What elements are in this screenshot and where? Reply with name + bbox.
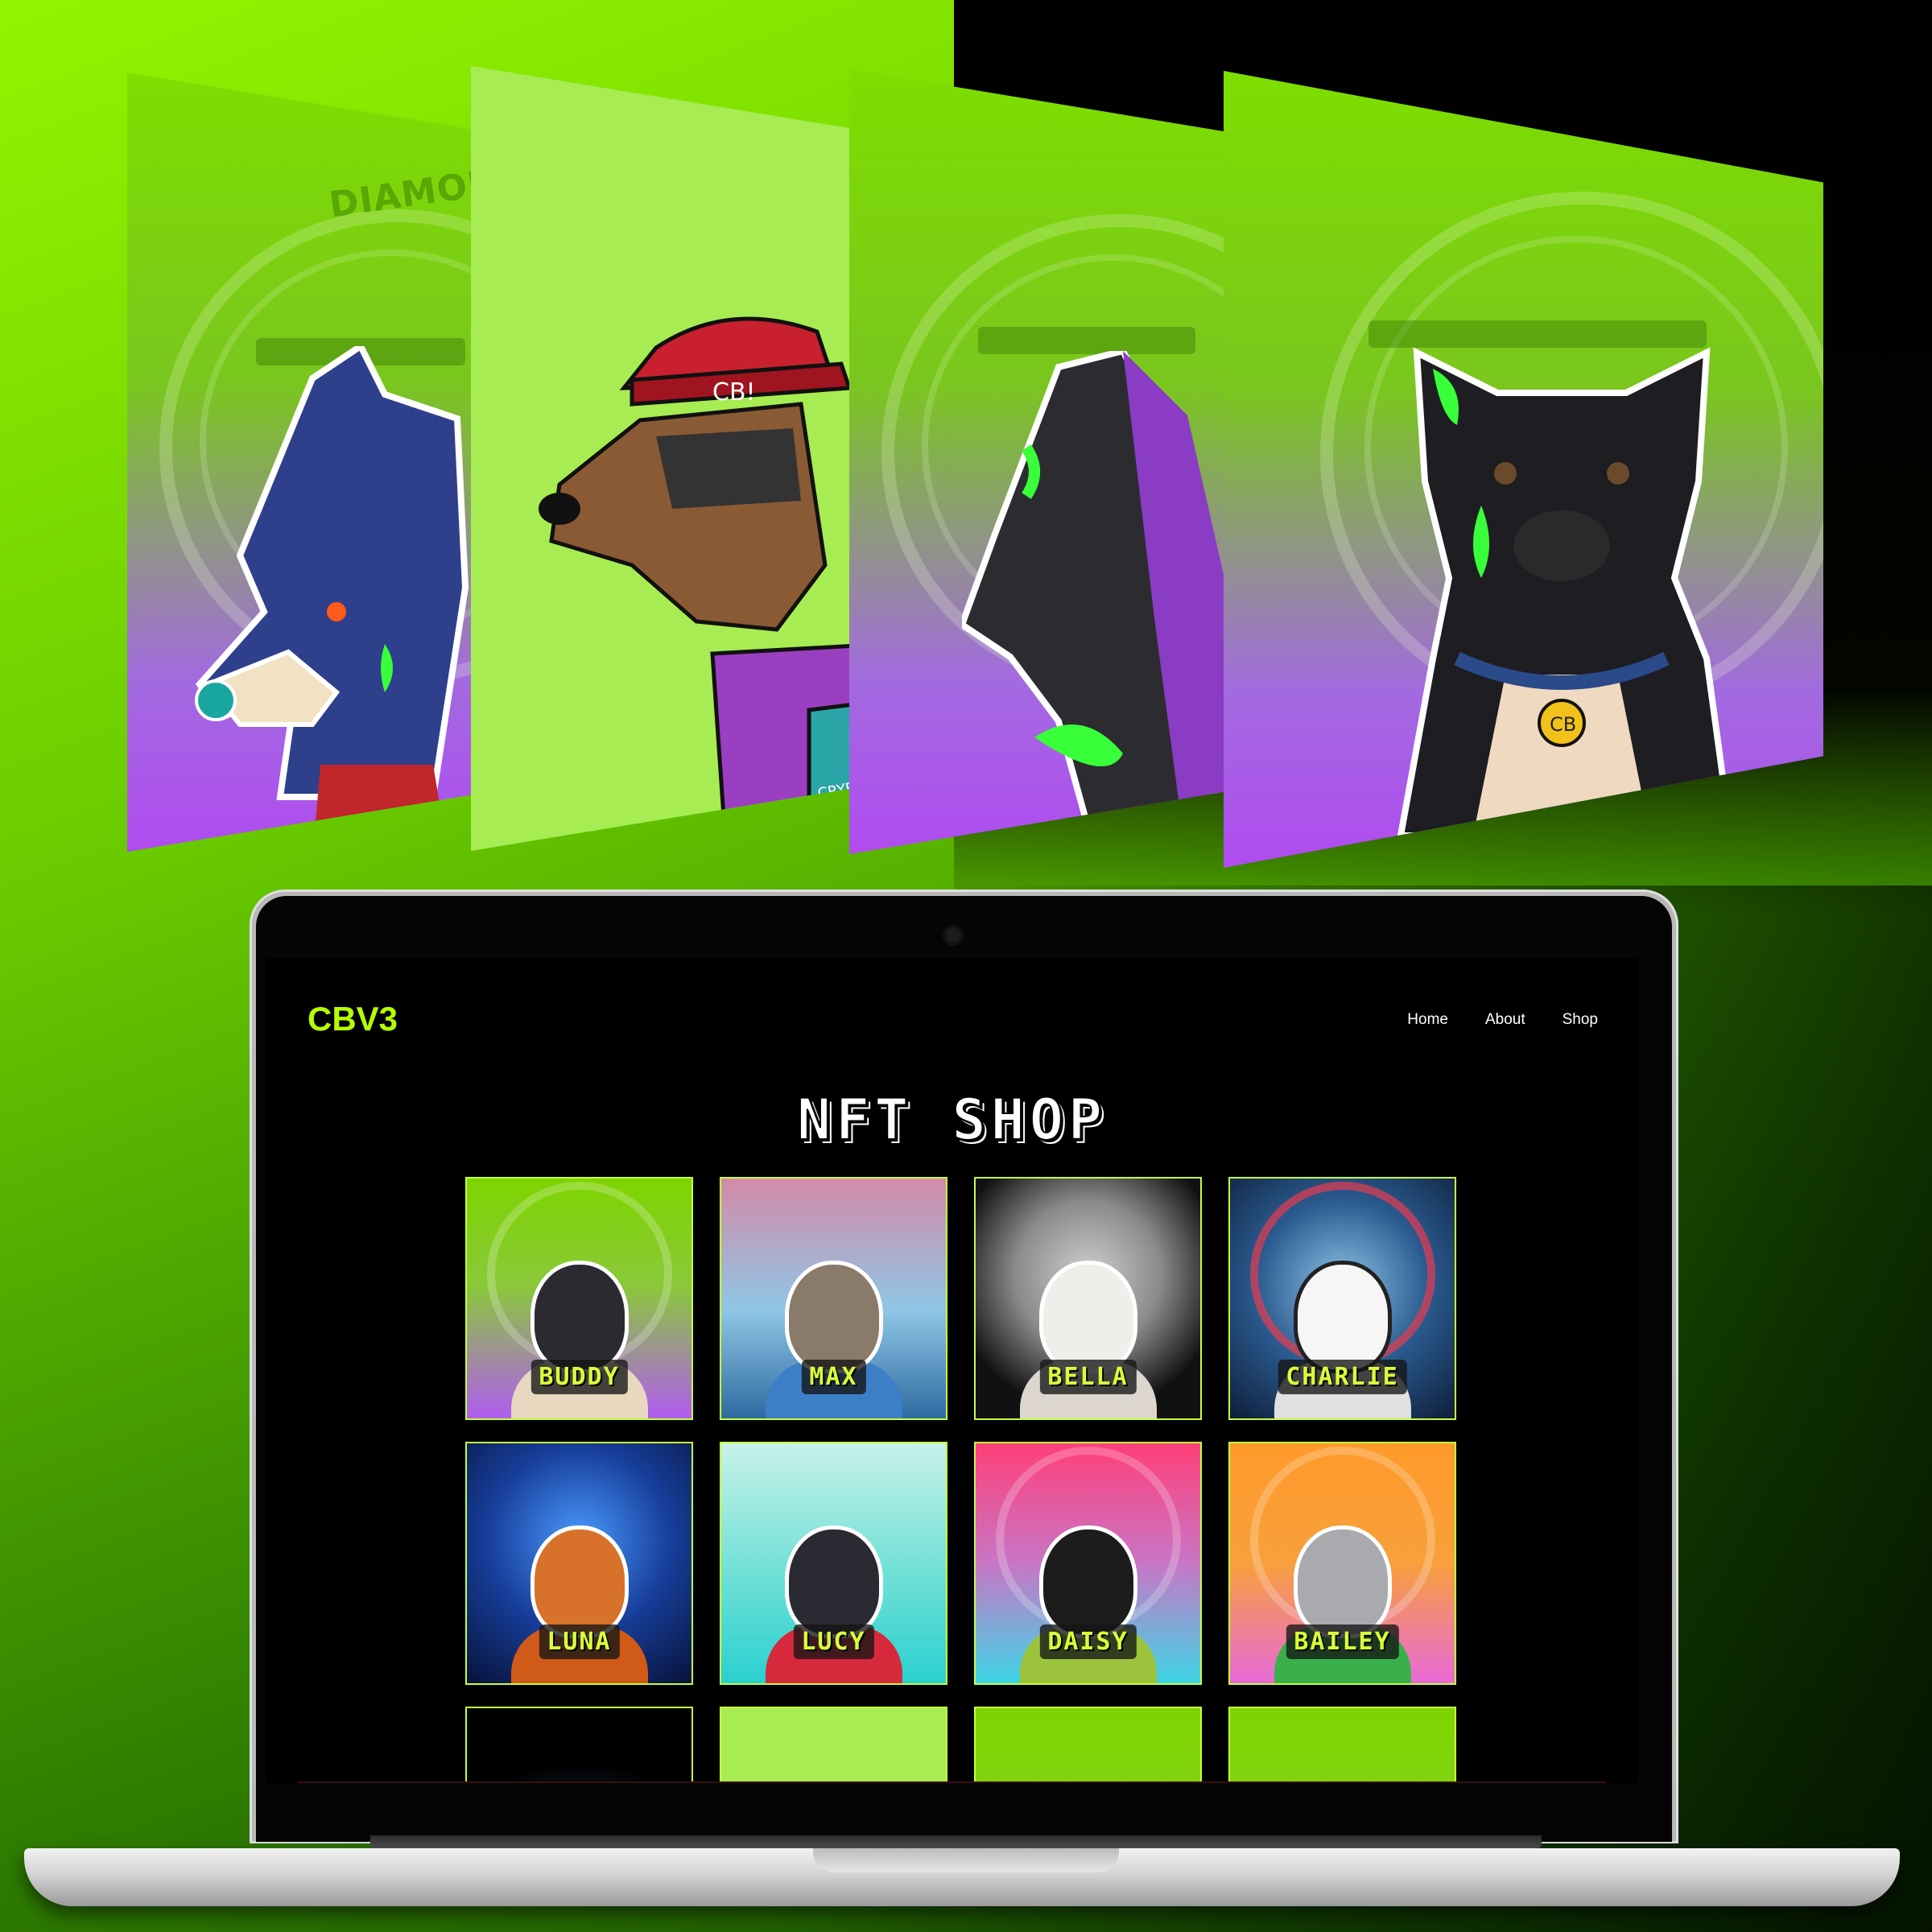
nft-name: BUDDY (530, 1360, 628, 1394)
nft-name: LUNA (539, 1624, 620, 1659)
nft-card-12[interactable] (1228, 1707, 1456, 1783)
nft-card-bella[interactable]: BELLA (974, 1177, 1202, 1420)
nft-card-daisy[interactable]: DAISY (974, 1442, 1202, 1685)
dog-portrait (788, 1530, 879, 1635)
nft-card-buddy[interactable]: BUDDY (465, 1177, 693, 1420)
nft-card-luna[interactable]: LUNA (465, 1442, 693, 1685)
dog-portrait (1297, 1530, 1388, 1635)
nav-about-link[interactable]: About (1485, 1011, 1525, 1029)
laptop-thumb-notch (813, 1848, 1119, 1872)
nft-card-11[interactable] (974, 1707, 1202, 1783)
nft-card-charlie[interactable]: CHARLIE (1228, 1177, 1456, 1420)
collar-tag-text: CB (1550, 713, 1576, 736)
cap-text: CB! (712, 378, 756, 407)
nft-card-max[interactable]: MAX (720, 1177, 947, 1420)
dog-portrait (534, 1530, 625, 1635)
nft-name: BELLA (1039, 1360, 1137, 1394)
webcam-icon (943, 925, 964, 946)
nft-name: BAILEY (1286, 1624, 1399, 1659)
dog-portrait (1297, 1265, 1388, 1370)
dog-portrait (1042, 1265, 1133, 1370)
nft-name: MAX (801, 1360, 866, 1394)
wolf-character-art (195, 346, 469, 852)
screen-edge (298, 1781, 1606, 1783)
nft-card-lucy[interactable]: LUCY (720, 1442, 947, 1685)
nft-name: LUCY (793, 1624, 874, 1659)
site-logo[interactable]: CBV3 (308, 1000, 398, 1038)
nft-card-bailey[interactable]: BAILEY (1228, 1442, 1456, 1685)
showcase-card-wolf: DIAMONDH (127, 72, 506, 852)
nft-name: CHARLIE (1278, 1360, 1407, 1394)
nft-card-9[interactable] (465, 1707, 693, 1783)
laptop-screen: CBV3 Home About Shop NFT SHOP BUDDY MAX … (266, 958, 1638, 1783)
showcase-card-devil-dog: CB! CRYPTO BROTHERS (471, 66, 853, 851)
page-title: NFT SHOP (796, 1086, 1108, 1154)
dark-dog-character-art: CB (1397, 347, 1735, 836)
nav-home-link[interactable]: Home (1407, 1011, 1448, 1029)
nft-name: DAISY (1039, 1624, 1137, 1659)
dog-portrait (788, 1265, 879, 1370)
purple-mane-character-art (962, 351, 1228, 854)
showcase-card-dark-dog: CB (1224, 71, 1823, 868)
nav-shop-link[interactable]: Shop (1563, 1011, 1598, 1029)
nft-grid: BUDDY MAX BELLA CHARLIE LUNA LUCY DAISY … (465, 1177, 1456, 1783)
main-nav: Home About Shop (1407, 1011, 1598, 1029)
devil-dog-character-art: CB! CRYPTO BROTHERS (539, 316, 853, 851)
nft-card-10[interactable] (720, 1707, 947, 1783)
dog-portrait (534, 1265, 625, 1370)
dog-portrait (1042, 1530, 1133, 1635)
showcase-card-purple-mane (849, 69, 1228, 854)
